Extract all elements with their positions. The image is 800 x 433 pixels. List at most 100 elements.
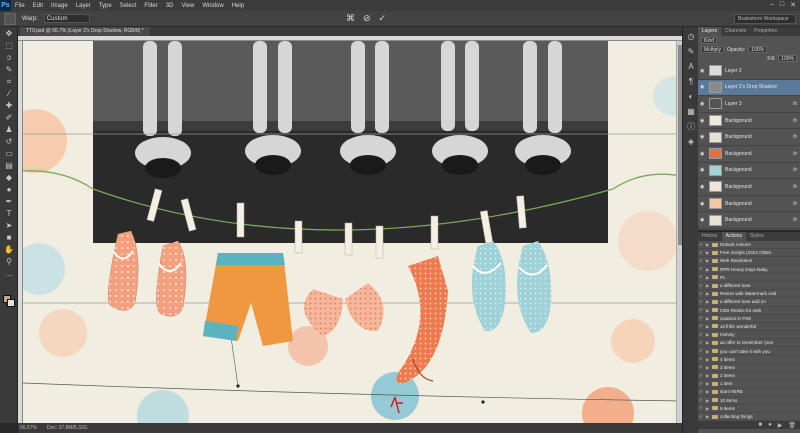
zoom-tool-icon[interactable]: ⚲ [3, 256, 15, 267]
expand-triangle-icon[interactable]: ▶ [706, 389, 710, 394]
expand-triangle-icon[interactable]: ▶ [706, 283, 710, 288]
visibility-eye-icon[interactable]: ◉ [700, 68, 706, 74]
check-icon[interactable]: ✓ [699, 283, 704, 289]
blur-tool-icon[interactable]: ◆ [3, 172, 15, 183]
layer-fx-badge[interactable]: fx [793, 134, 800, 140]
gradient-tool-icon[interactable]: ▤ [3, 160, 15, 171]
brush-tool-icon[interactable]: ✐ [3, 112, 15, 123]
layer-row[interactable]: ◉ Background fx [698, 196, 800, 213]
expand-triangle-icon[interactable]: ▶ [706, 332, 710, 337]
adjustments-panel-icon[interactable]: ◐ [685, 90, 697, 102]
menu-type[interactable]: Type [95, 3, 116, 9]
expand-triangle-icon[interactable]: ▶ [706, 275, 710, 280]
check-icon[interactable]: ✓ [699, 250, 704, 256]
check-icon[interactable]: ✓ [699, 242, 704, 248]
eyedropper-tool-icon[interactable]: ⁄ [3, 88, 15, 99]
menu-view[interactable]: View [177, 3, 198, 9]
menu-image[interactable]: Image [47, 3, 72, 9]
expand-triangle-icon[interactable]: ▶ [706, 324, 710, 329]
expand-triangle-icon[interactable]: ▶ [706, 308, 710, 313]
layer-row[interactable]: ◉ Background fx [698, 212, 800, 229]
flipflops-blue[interactable] [471, 241, 552, 333]
trash-icon[interactable]: 🗑 [788, 422, 796, 429]
action-set-row[interactable]: ✓ ▶ Ja'll life wonderful [698, 323, 800, 332]
visibility-eye-icon[interactable]: ◉ [700, 201, 706, 207]
expand-triangle-icon[interactable]: ▶ [706, 349, 710, 354]
bikini-top[interactable] [304, 283, 384, 336]
shape-tool-icon[interactable]: ■ [3, 232, 15, 243]
action-set-row[interactable]: ✓ ▶ CBS Resize for web [698, 307, 800, 315]
action-set-row[interactable]: ✓ ▶ 2 items [698, 372, 800, 381]
check-icon[interactable]: ✓ [699, 381, 704, 387]
transform-tool-icon[interactable] [4, 12, 16, 25]
layer-row[interactable]: ◉ Background fx [698, 113, 800, 130]
document-tab[interactable]: TT0.psd @ 66.7% (Layer 2's Drop Shadow, … [20, 27, 150, 36]
menu-window[interactable]: Window [198, 3, 227, 9]
expand-triangle-icon[interactable]: ▶ [706, 242, 710, 247]
action-set-row[interactable]: ✓ ▶ RPR Heavy Days Baby [698, 266, 800, 274]
history-panel-icon[interactable]: ◷ [685, 30, 697, 42]
check-icon[interactable]: ✓ [699, 291, 704, 297]
visibility-eye-icon[interactable]: ◉ [700, 184, 706, 190]
maximize-button[interactable]: □ [780, 1, 784, 9]
layer-fx-badge[interactable]: fx [793, 201, 800, 207]
action-set-row[interactable]: ✓ ▶ 9 items [698, 405, 800, 413]
canvas-artwork[interactable] [23, 41, 682, 423]
visibility-eye-icon[interactable]: ◉ [700, 84, 706, 90]
visibility-eye-icon[interactable]: ◉ [700, 118, 706, 124]
check-icon[interactable]: ✓ [699, 266, 704, 272]
check-icon[interactable]: ✓ [699, 373, 704, 379]
check-icon[interactable]: ✓ [699, 356, 704, 362]
lasso-tool-icon[interactable]: ↄ [3, 52, 15, 63]
tab-history[interactable]: History [698, 232, 722, 241]
expand-triangle-icon[interactable]: ▶ [706, 357, 710, 362]
expand-triangle-icon[interactable]: ▶ [706, 316, 710, 321]
expand-triangle-icon[interactable]: ▶ [706, 398, 710, 403]
layer-row[interactable]: ◉ Background fx [698, 129, 800, 146]
warp-select[interactable]: Custom [43, 14, 90, 23]
check-icon[interactable]: ✓ [699, 258, 704, 264]
minimize-button[interactable]: – [770, 1, 774, 9]
opacity-input[interactable]: 100% [748, 46, 768, 53]
action-set-row[interactable]: ✓ ▶ 4 items [698, 356, 800, 364]
check-icon[interactable]: ✓ [699, 323, 704, 329]
more-tools-icon[interactable]: … [3, 268, 15, 279]
check-icon[interactable]: ✓ [699, 299, 704, 305]
action-set-row[interactable]: ✓ ▶ 3 items [698, 364, 800, 372]
flipflops-orange[interactable] [107, 230, 187, 317]
check-icon[interactable]: ✓ [699, 274, 704, 280]
move-tool-icon[interactable]: ✥ [3, 28, 15, 39]
dodge-tool-icon[interactable]: ● [3, 184, 15, 195]
warp-mode-icon[interactable]: ⌘ [346, 13, 355, 24]
blend-mode-select[interactable]: Multiply [701, 46, 724, 53]
menu-help[interactable]: Help [228, 3, 248, 9]
layer-row[interactable]: ◉ Background fx [698, 179, 800, 196]
expand-triangle-icon[interactable]: ▶ [706, 414, 710, 419]
tab-actions[interactable]: Actions [721, 232, 746, 241]
paragraph-panel-icon[interactable]: ¶ [685, 75, 697, 87]
marquee-tool-icon[interactable]: ⬚ [3, 40, 15, 51]
menu-3d[interactable]: 3D [162, 3, 178, 9]
layer-filter-select[interactable]: Kind [701, 37, 718, 44]
check-icon[interactable]: ✓ [699, 414, 704, 420]
workspace-switcher[interactable]: Brainstorm Workspace [734, 14, 796, 24]
expand-triangle-icon[interactable]: ▶ [706, 267, 710, 272]
layer-row[interactable]: ◉ Layer 2's Drop Shadow [698, 79, 800, 97]
character-panel-icon[interactable]: A [685, 60, 697, 72]
path-select-tool-icon[interactable]: ➤ [3, 220, 15, 231]
action-set-row[interactable]: ✓ ▶ you can't take it with you [698, 347, 800, 356]
expand-triangle-icon[interactable]: ▶ [706, 373, 710, 378]
layer-fx-badge[interactable]: fx [793, 167, 800, 173]
visibility-eye-icon[interactable]: ◉ [700, 217, 706, 223]
warp-handle-point-2[interactable] [481, 400, 485, 404]
layer-row[interactable]: ◉ Layer 3 fx [698, 96, 800, 113]
check-icon[interactable]: ✓ [699, 340, 704, 346]
brush-panel-icon[interactable]: ✎ [685, 45, 697, 57]
zoom-level[interactable]: 66.67% [20, 425, 37, 431]
check-icon[interactable]: ✓ [699, 307, 704, 313]
orange-shorts[interactable] [203, 253, 293, 346]
quick-select-tool-icon[interactable]: ✎ [3, 64, 15, 75]
action-set-row[interactable]: ✓ ▶ Default Actions [698, 241, 800, 250]
action-set-row[interactable]: ✓ ▶ 10 items [698, 397, 800, 405]
document-canvas[interactable] [23, 41, 682, 423]
